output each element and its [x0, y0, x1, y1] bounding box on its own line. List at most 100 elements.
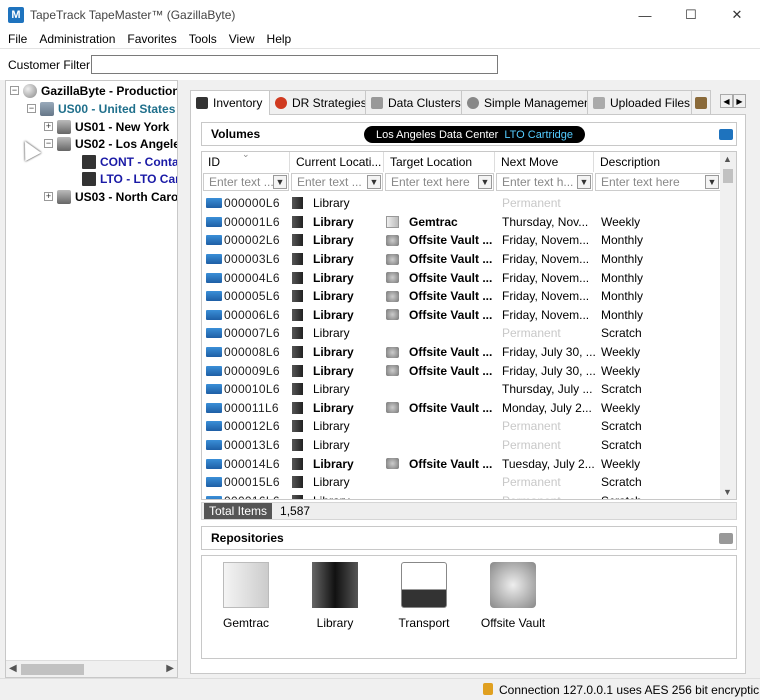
maximize-button[interactable]: ☐: [668, 0, 714, 30]
scroll-left-icon[interactable]: ◀: [9, 663, 17, 674]
scrollbar-thumb[interactable]: [21, 664, 84, 675]
table-row[interactable]: 000013L6 Library Permanent Scratch: [202, 436, 722, 455]
tree-horizontal-scrollbar[interactable]: ◀ ▶: [6, 660, 177, 677]
collapse-icon[interactable]: −: [27, 104, 36, 113]
library-icon: [292, 308, 303, 321]
tree-node-cont[interactable]: CONT - Container: [82, 153, 177, 170]
tree-node-us00[interactable]: − US00 - United States: [27, 100, 175, 117]
tab-scroll-right-icon[interactable]: ▶: [733, 94, 746, 108]
cell-next-move: Friday, Novem...: [502, 307, 590, 322]
table-row[interactable]: 000009L6 Library Offsite Vault ... Friday, …: [202, 361, 722, 380]
table-row[interactable]: 000001L6 Library Gemtrac Thursday, Nov... We…: [202, 213, 722, 232]
scroll-right-icon[interactable]: ▶: [166, 663, 174, 674]
collapse-icon[interactable]: −: [44, 139, 53, 148]
repository-label: Transport: [398, 616, 450, 630]
table-row[interactable]: 000014L6 Library Offsite Vault ... Tuesday,…: [202, 454, 722, 473]
table-row[interactable]: 000004L6 Library Offsite Vault ... Friday, …: [202, 268, 722, 287]
customer-filter-input[interactable]: [91, 55, 498, 74]
library-icon: [292, 290, 303, 303]
filter-icon[interactable]: ▼: [367, 175, 381, 189]
total-items-label: Total Items: [204, 503, 273, 519]
minimize-button[interactable]: —: [622, 0, 668, 30]
table-row[interactable]: 000003L6 Library Offsite Vault ... Friday, …: [202, 250, 722, 269]
filter-icon[interactable]: ▼: [705, 175, 719, 189]
volume-icon: [206, 328, 222, 339]
volume-icon: [206, 458, 222, 469]
menu-view[interactable]: View: [223, 32, 261, 46]
tab-uploaded-files[interactable]: Uploaded Files: [587, 90, 692, 114]
column-header-id[interactable]: ⌄ ID: [202, 152, 290, 172]
table-row[interactable]: 000016L6Library PermanentScratch: [202, 492, 722, 499]
tree-node-root[interactable]: − GazillaByte - Production: [10, 82, 177, 99]
scroll-up-icon[interactable]: ▲: [723, 154, 732, 164]
cell-target-location: Offsite Vault ...: [386, 268, 494, 287]
filter-current-input[interactable]: Enter text ... ▼: [291, 173, 383, 191]
filter-icon[interactable]: ▼: [577, 175, 591, 189]
repository-offsite-vault[interactable]: Offsite Vault: [473, 562, 553, 630]
filter-target-input[interactable]: Enter text here ▼: [385, 173, 494, 191]
tab-dr-strategies[interactable]: DR Strategies: [269, 90, 366, 114]
column-header-next-move[interactable]: Next Move: [495, 152, 594, 172]
cell-next-move: Thursday, July ...: [502, 382, 593, 397]
column-header-description[interactable]: Description: [594, 152, 722, 172]
cell-next-move: Friday, Novem...: [502, 233, 590, 248]
table-row[interactable]: 000011L6 Library Offsite Vault ... Monday, …: [202, 399, 722, 418]
library-icon: [292, 364, 303, 377]
menu-file[interactable]: File: [2, 32, 33, 46]
grid-vertical-scrollbar[interactable]: ▲ ▼: [720, 152, 736, 499]
library-icon: [292, 420, 303, 433]
tree-node-us01[interactable]: + US01 - New York: [44, 118, 169, 135]
cell-next-move: Permanent: [502, 196, 561, 211]
menu-tools[interactable]: Tools: [183, 32, 223, 46]
expand-icon[interactable]: +: [44, 192, 53, 201]
filter-description-input[interactable]: Enter text here ▼: [595, 173, 721, 191]
column-header-target-location[interactable]: Target Location: [384, 152, 495, 172]
tab-data-clusters[interactable]: Data Clusters: [365, 90, 462, 114]
tree-node-us02[interactable]: − US02 - Los Angeles: [44, 135, 177, 152]
tab-inventory[interactable]: Inventory: [190, 90, 270, 115]
customer-filter-label: Customer Filter: [8, 57, 91, 72]
cell-description: Scratch: [601, 419, 642, 434]
repository-library[interactable]: Library: [295, 562, 375, 630]
scrollbar-thumb[interactable]: [723, 169, 733, 183]
expand-icon[interactable]: +: [44, 122, 53, 131]
table-row[interactable]: 000002L6 Library Offsite Vault ... Friday, …: [202, 231, 722, 250]
table-row[interactable]: 000012L6 Library Permanent Scratch: [202, 417, 722, 436]
column-header-current-location[interactable]: Current Locati...: [290, 152, 384, 172]
cell-id: 000010L6: [206, 380, 290, 399]
vault-icon: [386, 253, 399, 265]
tab-simple-management[interactable]: Simple Managemen: [461, 90, 588, 114]
table-row[interactable]: 000006L6 Library Offsite Vault ... Friday, …: [202, 306, 722, 325]
tree-node-us03[interactable]: + US03 - North Carolina: [44, 188, 177, 205]
filter-icon[interactable]: ▼: [478, 175, 492, 189]
tab-label: Simple Managemen: [484, 95, 588, 110]
table-row[interactable]: 000007L6 Library Permanent Scratch: [202, 324, 722, 343]
table-row[interactable]: 000005L6 Library Offsite Vault ... Friday, …: [202, 287, 722, 306]
menu-administration[interactable]: Administration: [33, 32, 121, 46]
collapse-icon[interactable]: −: [10, 86, 19, 95]
table-row[interactable]: 000015L6 Library Permanent Scratch: [202, 473, 722, 492]
cell-id: 000005L6: [206, 287, 290, 306]
library-icon: [292, 401, 303, 414]
tab-label: Inventory: [213, 96, 263, 110]
close-button[interactable]: ✕: [714, 0, 760, 30]
table-row[interactable]: 000000L6 Library Permanent: [202, 194, 722, 213]
cell-id: 000011L6: [206, 399, 290, 418]
repository-transport[interactable]: Transport: [384, 562, 464, 630]
main-panel: Inventory DR Strategies Data Clusters Si…: [190, 90, 746, 674]
tree-node-lto[interactable]: LTO - LTO Cartridge: [82, 170, 177, 187]
filter-icon[interactable]: ▼: [273, 175, 287, 189]
table-row[interactable]: 000010L6 Library Thursday, July ... Scratch: [202, 380, 722, 399]
scroll-down-icon[interactable]: ▼: [723, 487, 732, 497]
tab-overflow[interactable]: [691, 90, 711, 114]
cell-target-location: Offsite Vault ...: [386, 250, 494, 269]
tab-scroll-left-icon[interactable]: ◀: [720, 94, 733, 108]
repository-gemtrac[interactable]: Gemtrac: [206, 562, 286, 630]
menu-favorites[interactable]: Favorites: [121, 32, 182, 46]
filter-next-input[interactable]: Enter text h... ▼: [496, 173, 593, 191]
vault-icon: [490, 562, 536, 608]
filter-id-input[interactable]: Enter text ... ▼: [203, 173, 289, 191]
cell-current-location: Library: [292, 454, 384, 473]
menu-help[interactable]: Help: [261, 32, 298, 46]
table-row[interactable]: 000008L6 Library Offsite Vault ... Friday, …: [202, 343, 722, 362]
